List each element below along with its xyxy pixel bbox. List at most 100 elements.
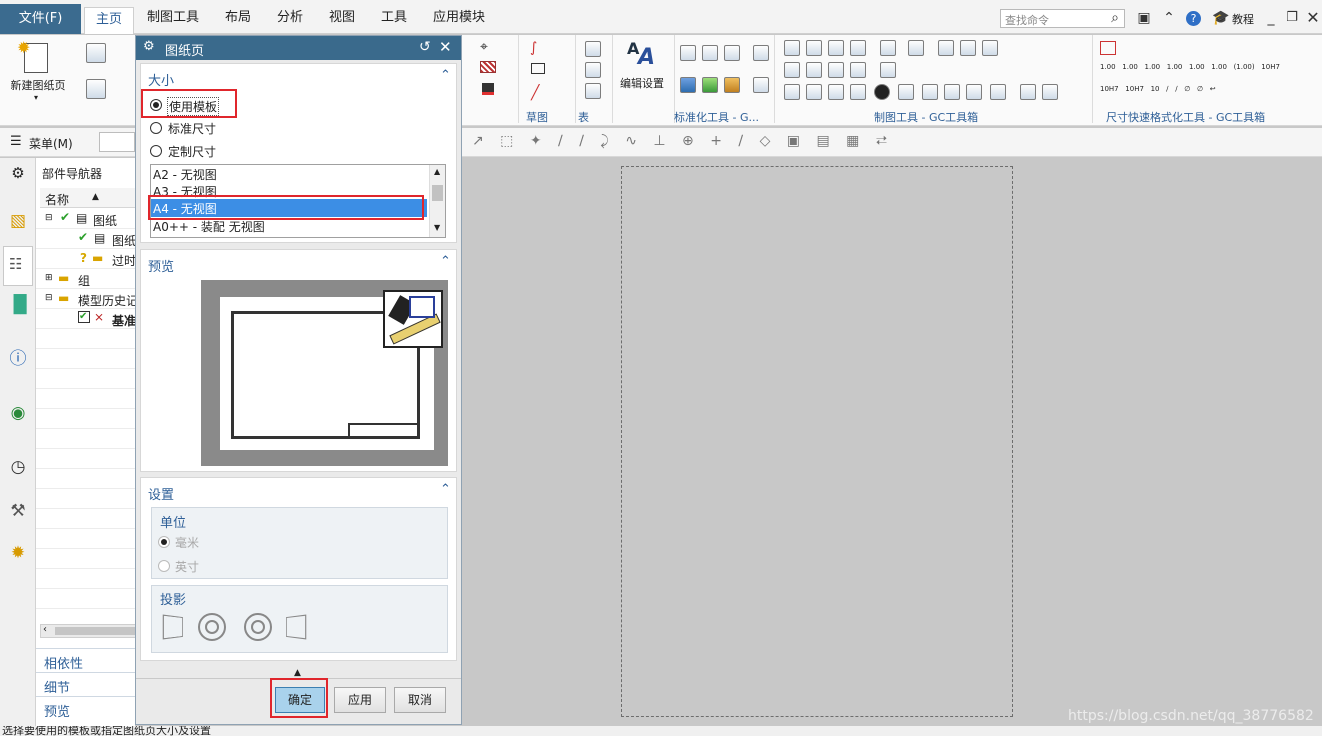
collapse-chevron-icon[interactable]: ⌃ [440, 68, 451, 83]
standard-tool-3-icon[interactable] [724, 45, 740, 61]
section-dependencies[interactable]: 相依性 [36, 648, 136, 672]
list-item[interactable]: A0++ - 装配 无视图 [153, 218, 265, 235]
drafting-tool-23-icon[interactable] [990, 84, 1006, 100]
window-icon[interactable]: ▣ [1135, 9, 1153, 27]
drafting-tool-7-icon[interactable] [938, 40, 954, 56]
drafting-tool-2-icon[interactable] [806, 40, 822, 56]
tree-item-sheet[interactable]: ✔ ▤ 图纸 [36, 229, 136, 249]
fit-format-icons[interactable]: 10H7 10H7 10 ∕ ∕ ∅ ∅ ↩ [1100, 85, 1280, 99]
standard-tool-1-icon[interactable] [680, 45, 696, 61]
tab-view[interactable]: 视图 [318, 6, 366, 30]
drafting-tool-16-icon[interactable] [828, 84, 844, 100]
list-scrollbar[interactable]: ▲ ▼ [429, 165, 445, 237]
projected-view-icon[interactable] [86, 79, 106, 99]
tree-item-drawing[interactable]: ⊟ ✔ ▤ 图纸 [36, 209, 136, 229]
drafting-tool-5-icon[interactable] [880, 40, 896, 56]
gear-icon[interactable]: ⚙ [7, 162, 29, 184]
radio-custom-size[interactable]: 定制尺寸 [150, 143, 240, 159]
table-note-icon[interactable] [585, 41, 601, 57]
parts-list-icon[interactable] [585, 62, 601, 78]
drafting-tool-6-icon[interactable] [908, 40, 924, 56]
navigator-column-header[interactable]: 名称 ▲ [40, 188, 136, 208]
view-create-icon[interactable] [86, 43, 106, 63]
line-icon[interactable]: ╱ [531, 85, 539, 101]
tree-item-datum[interactable]: ✔ ⨯ 基准 [36, 309, 136, 329]
drafting-tool-11-icon[interactable] [806, 62, 822, 78]
tree-item-model-history[interactable]: ⊟ ▬ 模型历史记 [36, 289, 138, 309]
tutorial-link[interactable]: 教程 [1232, 11, 1254, 27]
reuse-library-icon[interactable]: ▐▌ [7, 294, 33, 316]
drafting-tool-4-icon[interactable] [850, 40, 866, 56]
collapse-ribbon-icon[interactable]: ⌃ [1160, 9, 1178, 27]
drafting-tool-25-icon[interactable] [1042, 84, 1058, 100]
dialog-close-icon[interactable]: ✕ [439, 38, 452, 56]
sketch-curve-icon[interactable]: ∫ [530, 40, 537, 56]
minimize-icon[interactable]: _ [1262, 9, 1280, 27]
drafting-tool-3-icon[interactable] [828, 40, 844, 56]
drafting-tool-20-icon[interactable] [922, 84, 938, 100]
drafting-tool-10-icon[interactable] [784, 62, 800, 78]
fill-icon[interactable] [482, 83, 494, 95]
drafting-tool-13-icon[interactable] [850, 62, 866, 78]
tab-application[interactable]: 应用模块 [422, 6, 496, 30]
collapse-chevron-icon[interactable]: ⌃ [440, 482, 451, 497]
help-icon[interactable]: ? [1186, 11, 1201, 26]
section-details[interactable]: 细节 [36, 672, 136, 696]
new-sheet-button[interactable]: ✹ 新建图纸页 ▾ [4, 38, 72, 103]
tab-home[interactable]: 主页 [84, 7, 135, 34]
rectangle-icon[interactable] [531, 63, 545, 74]
assembly-navigator-icon[interactable]: ▧ [7, 210, 29, 232]
selection-filter-select[interactable] [99, 132, 135, 152]
tab-layout[interactable]: 布局 [214, 6, 262, 30]
section-preview[interactable]: 预览 [36, 696, 136, 720]
standard-tool-2-icon[interactable] [702, 45, 718, 61]
cancel-button[interactable]: 取消 [394, 687, 446, 713]
standard-tool-7-icon[interactable] [724, 77, 740, 93]
standard-tool-8-icon[interactable] [753, 77, 769, 93]
radio-use-template[interactable]: 使用模板 [150, 97, 240, 116]
part-navigator-tab[interactable]: ☷ [3, 246, 33, 286]
tab-file[interactable]: 文件(F) [0, 4, 81, 34]
search-icon[interactable]: ⌕ [1106, 9, 1124, 27]
drafting-tool-26-icon[interactable] [784, 84, 800, 100]
drafting-tool-21-icon[interactable] [944, 84, 960, 100]
crosshair-icon[interactable]: ⌖ [480, 39, 488, 55]
restore-icon[interactable]: ❐ [1283, 9, 1301, 27]
snap-toolbar-icons[interactable]: ↗ ⬚ ✦ ∕ ∕ ⤸ ∿ ⊥ ⊕ + ∕ ◇ ▣ ▤ ▦ ⮂ [472, 133, 972, 151]
standard-tool-5-icon[interactable] [680, 77, 696, 93]
horizontal-scrollbar[interactable]: ‹ [40, 624, 136, 638]
apply-button[interactable]: 应用 [334, 687, 386, 713]
standard-tool-4-icon[interactable] [753, 45, 769, 61]
history-clock-icon[interactable]: ◷ [7, 456, 29, 478]
drafting-tool-19-icon[interactable] [898, 84, 914, 100]
drafting-tool-18-icon[interactable] [874, 84, 890, 100]
collapse-chevron-icon[interactable]: ⌃ [440, 254, 451, 269]
drafting-tool-12-icon[interactable] [828, 62, 844, 78]
menu-dropdown[interactable]: 菜单(M) [29, 135, 73, 152]
info-icon[interactable]: ⓘ [7, 348, 29, 370]
drafting-tool-8-icon[interactable] [960, 40, 976, 56]
new-sheet-shortcut-icon[interactable]: ✹ [7, 542, 29, 564]
tolerance-format-icons[interactable]: 1.00 1.00 1.00 1.00 1.00 1.00 (1.00) 10H… [1100, 63, 1280, 75]
tree-item-group[interactable]: ⊞ ▬ 组 [36, 269, 136, 289]
list-item[interactable]: A2 - 无视图 [153, 166, 217, 183]
tab-analysis[interactable]: 分析 [266, 6, 314, 30]
tab-drafting-tools[interactable]: 制图工具 [136, 6, 210, 30]
drafting-tool-14-icon[interactable] [880, 62, 896, 78]
drafting-tool-24-icon[interactable] [1020, 84, 1036, 100]
hatch-icon[interactable] [480, 61, 496, 73]
checkbox-icon[interactable]: ✔ [78, 311, 90, 323]
edit-settings-label[interactable]: 编辑设置 [614, 75, 670, 91]
drafting-tool-1-icon[interactable] [784, 40, 800, 56]
dialog-title-bar[interactable]: ⚙ 图纸页 ↺ ✕ [136, 36, 461, 60]
dimension-format-icon[interactable] [1100, 41, 1116, 55]
standard-tool-6-icon[interactable] [702, 77, 718, 93]
drafting-tool-17-icon[interactable] [850, 84, 866, 100]
tree-item-outdated[interactable]: ? ▬ 过时 [36, 249, 136, 269]
drafting-tool-22-icon[interactable] [966, 84, 982, 100]
ok-button[interactable]: 确定 [275, 687, 325, 713]
web-browser-icon[interactable]: ◉ [7, 402, 29, 424]
tab-tools[interactable]: 工具 [370, 6, 418, 30]
radio-standard-size[interactable]: 标准尺寸 [150, 120, 240, 136]
expand-arrow-icon[interactable]: ▲ [294, 668, 301, 678]
